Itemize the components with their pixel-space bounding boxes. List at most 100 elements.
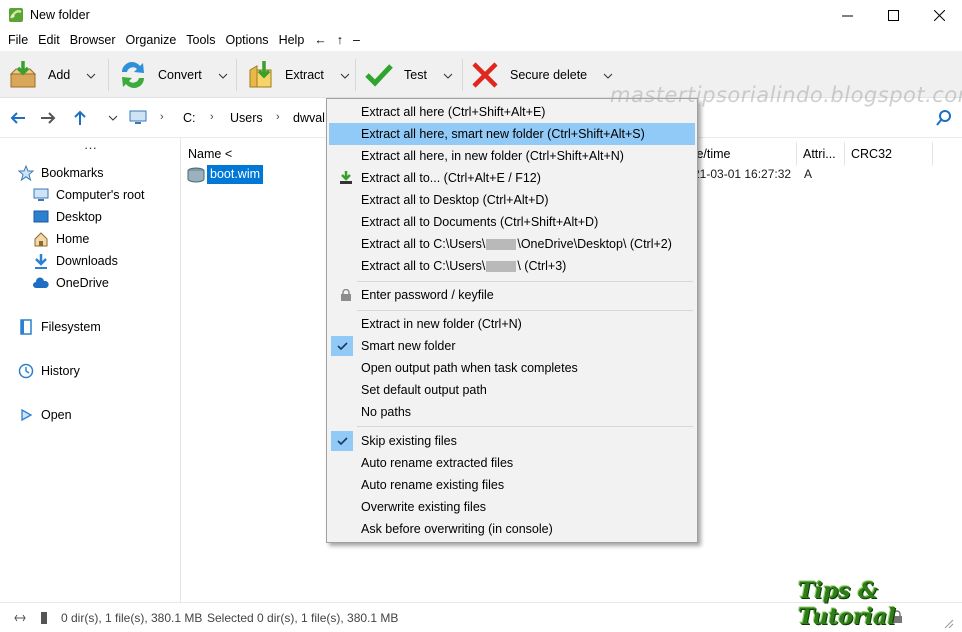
table-row[interactable]: boot.wim (187, 165, 271, 185)
search-button[interactable] (934, 108, 954, 128)
chevron-down-icon[interactable] (340, 68, 350, 82)
clock-icon (18, 363, 34, 379)
extract-down-arrow-icon (333, 171, 359, 185)
menu-options[interactable]: Options (220, 30, 273, 51)
chevron-down-icon[interactable] (218, 68, 228, 82)
sidebar-bookmarks-label: Bookmarks (41, 166, 104, 180)
sidebar-item-label: Downloads (56, 254, 118, 268)
crumb-separator: › (276, 111, 280, 123)
menu-item-skip-existing-files[interactable]: Skip existing files (329, 430, 695, 452)
close-button[interactable] (916, 0, 962, 30)
redacted-username (486, 239, 517, 251)
menu-item-extract-here-smart-new-folder[interactable]: Extract all here, smart new folder (Ctrl… (329, 123, 695, 145)
search-icon (936, 110, 951, 126)
menu-item-extract-to-onedrive-desktop[interactable]: Extract all to C:\Users\ \OneDrive\Deskto… (329, 233, 695, 255)
sidebar-bookmarks[interactable]: Bookmarks (18, 163, 104, 183)
sidebar-filesystem-label: Filesystem (41, 320, 101, 334)
forward-button[interactable] (38, 108, 58, 128)
peazip-app-icon (9, 8, 23, 22)
columns-resize-icon[interactable] (14, 612, 26, 624)
extract-context-menu: Extract all here (Ctrl+Shift+Alt+E) Extr… (326, 98, 698, 543)
menu-tools[interactable]: Tools (181, 30, 220, 51)
up-button[interactable] (70, 108, 90, 128)
add-button[interactable]: Add (8, 51, 96, 98)
menu-item-auto-rename-extracted[interactable]: Auto rename extracted files (329, 452, 695, 474)
menu-edit[interactable]: Edit (33, 30, 65, 51)
sidebar-item-desktop[interactable]: Desktop (33, 207, 102, 227)
chevron-down-icon[interactable] (86, 68, 96, 82)
menu-item-enter-password[interactable]: Enter password / keyfile (329, 284, 695, 306)
secure-delete-label: Secure delete (510, 67, 588, 82)
menu-help[interactable]: Help (274, 30, 310, 51)
menu-browser[interactable]: Browser (65, 30, 121, 51)
file-attributes: A (804, 167, 813, 181)
column-header-attributes[interactable]: Attri... (797, 142, 845, 166)
sidebar-filesystem[interactable]: Filesystem (18, 317, 101, 337)
menu-item-extract-to-user-folder[interactable]: Extract all to C:\Users\ \ (Ctrl+3) (329, 255, 695, 277)
chevron-down-icon[interactable] (603, 68, 613, 82)
sidebar-history-label: History (41, 364, 80, 378)
secure-delete-button[interactable]: Secure delete (470, 51, 613, 98)
sidebar-open[interactable]: Open (18, 405, 72, 425)
checkmark-icon (364, 60, 394, 90)
back-button[interactable] (8, 108, 28, 128)
close-icon (933, 9, 945, 21)
extract-button[interactable]: Extract (245, 51, 350, 98)
menu-item-ask-before-overwriting[interactable]: Ask before overwriting (in console) (329, 518, 695, 540)
crumb-user-folder[interactable]: dwval (293, 111, 325, 125)
sidebar-history[interactable]: History (18, 361, 80, 381)
test-button[interactable]: Test (364, 51, 453, 98)
chevron-down-icon[interactable] (443, 68, 453, 82)
menu-item-extract-all-to[interactable]: Extract all to... (Ctrl+Alt+E / F12) (329, 167, 695, 189)
sidebar-more[interactable]: ··· (84, 140, 97, 155)
history-dropdown[interactable] (103, 108, 123, 128)
minimize-button[interactable] (824, 0, 870, 30)
column-header-name[interactable]: Name < (182, 142, 327, 166)
sidebar-item-onedrive[interactable]: OneDrive (33, 273, 109, 293)
add-archive-icon (8, 60, 38, 90)
maximize-button[interactable] (870, 0, 916, 30)
menu-item-extract-to-documents[interactable]: Extract all to Documents (Ctrl+Shift+Alt… (329, 211, 695, 233)
menu-item-smart-new-folder[interactable]: Smart new folder (329, 335, 695, 357)
disk-image-icon (187, 167, 205, 183)
toolbar-divider (236, 59, 237, 91)
menu-item-open-output-path[interactable]: Open output path when task completes (329, 357, 695, 379)
menu-minimize-toggle[interactable]: – (348, 30, 365, 51)
watermark: mastertipsorialindo.blogspot.com (610, 83, 962, 107)
drive-icon (41, 612, 47, 624)
column-header-datetime[interactable]: te/time (687, 142, 797, 166)
menu-item-auto-rename-existing[interactable]: Auto rename existing files (329, 474, 695, 496)
menu-up[interactable]: ↑ (332, 30, 348, 51)
menu-file[interactable]: File (3, 30, 33, 51)
home-icon (33, 231, 49, 247)
sidebar-item-computers-root[interactable]: Computer's root (33, 185, 145, 205)
status-selected: Selected 0 dir(s), 1 file(s), 380.1 MB (207, 611, 399, 625)
menu-item-extract-in-new-folder[interactable]: Extract in new folder (Ctrl+N) (329, 313, 695, 335)
maximize-icon (887, 9, 899, 21)
tips-tutorial-logo: Tips & Tutorial (798, 578, 896, 630)
filesystem-icon (18, 319, 34, 335)
menu-back[interactable]: ← (309, 30, 332, 51)
menu-item-overwrite-existing[interactable]: Overwrite existing files (329, 496, 695, 518)
crumb-c-drive[interactable]: C: (183, 111, 196, 125)
convert-label: Convert (158, 67, 202, 82)
sidebar-item-downloads[interactable]: Downloads (33, 251, 118, 271)
convert-button[interactable]: Convert (118, 51, 228, 98)
crumb-users[interactable]: Users (230, 111, 263, 125)
toolbar-divider (355, 59, 356, 91)
sidebar-item-home[interactable]: Home (33, 229, 89, 249)
title-bar: New folder (0, 0, 962, 30)
file-datetime: 21-03-01 16:27:32 (693, 167, 792, 181)
menu-separator (357, 310, 693, 311)
menu-item-set-default-output-path[interactable]: Set default output path (329, 379, 695, 401)
cloud-icon (33, 275, 49, 291)
computer-crumb[interactable] (128, 108, 148, 128)
lock-icon (333, 288, 359, 302)
column-header-crc32[interactable]: CRC32 (845, 142, 933, 166)
menu-item-no-paths[interactable]: No paths (329, 401, 695, 423)
checkmark-icon (331, 431, 353, 451)
menu-item-extract-to-desktop[interactable]: Extract all to Desktop (Ctrl+Alt+D) (329, 189, 695, 211)
menu-organize[interactable]: Organize (121, 30, 182, 51)
minimize-icon (841, 15, 853, 16)
menu-item-extract-here-new-folder[interactable]: Extract all here, in new folder (Ctrl+Sh… (329, 145, 695, 167)
